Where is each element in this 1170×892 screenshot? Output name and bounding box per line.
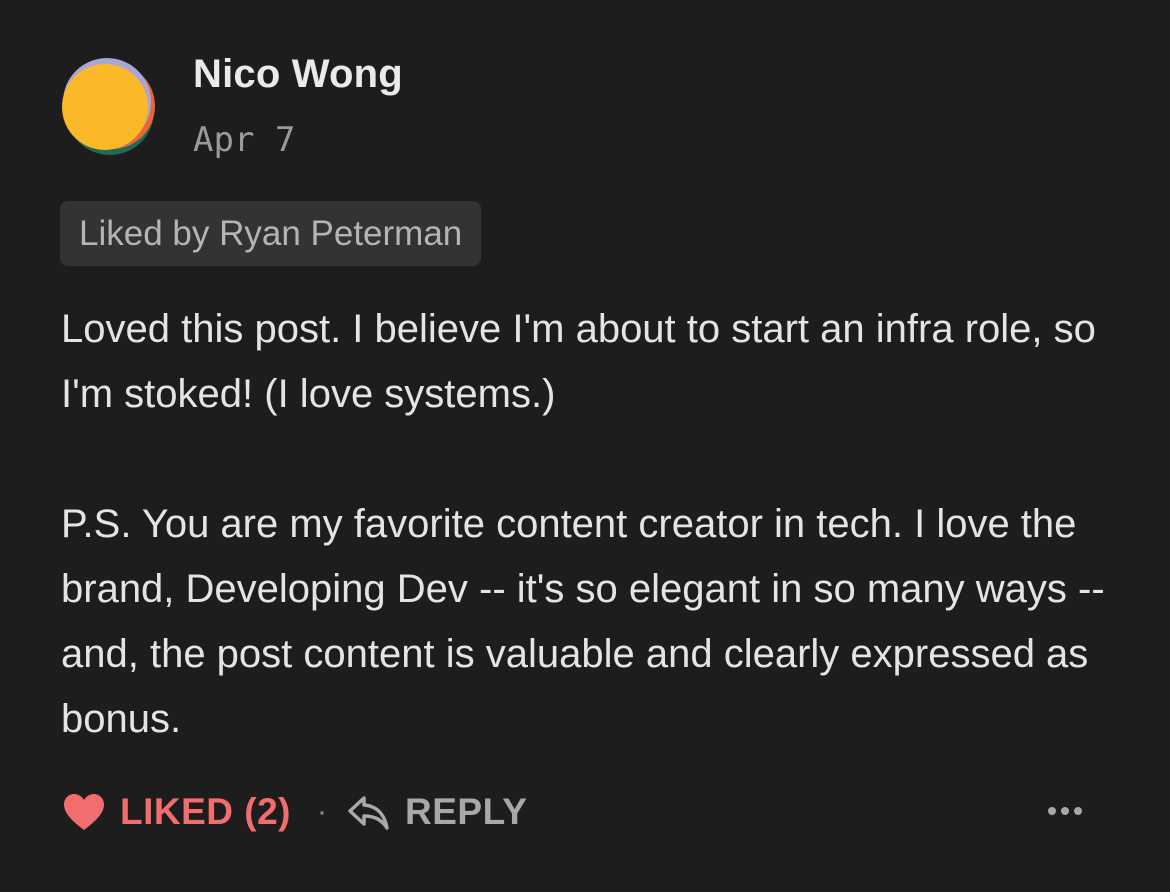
comment-date[interactable]: Apr 7: [193, 120, 295, 160]
more-options-button[interactable]: [1040, 796, 1090, 826]
like-label: LIKED (2): [120, 791, 291, 832]
comment-body: Loved this post. I believe I'm about to …: [61, 297, 1131, 752]
more-icon: [1048, 807, 1082, 815]
liked-by-badge: Liked by Ryan Peterman: [60, 201, 482, 266]
comment-actions: LIKED (2) · REPLY: [62, 784, 527, 840]
heart-icon: [64, 794, 104, 830]
comment-paragraph: P.S. You are my favorite content creator…: [61, 502, 1105, 741]
reply-label: REPLY: [405, 791, 528, 832]
comment-paragraph: Loved this post. I believe I'm about to …: [61, 307, 1096, 416]
action-separator: ·: [317, 795, 327, 828]
author-name[interactable]: Nico Wong: [193, 52, 403, 97]
reply-icon: [348, 796, 389, 830]
avatar[interactable]: [58, 58, 156, 156]
avatar-icon: [62, 58, 155, 155]
reply-button[interactable]: REPLY: [347, 791, 527, 833]
like-button[interactable]: LIKED (2): [62, 791, 291, 833]
